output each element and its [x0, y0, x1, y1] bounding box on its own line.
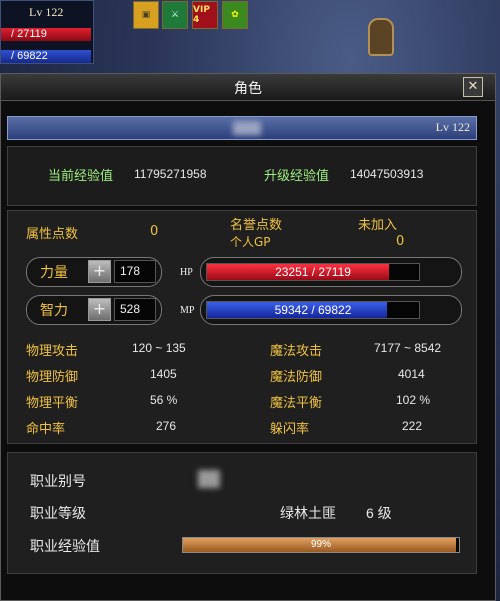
next-exp-label: 升级经验值: [264, 169, 330, 184]
player-status-hud: Lv 122 / 27119 / 69822: [0, 0, 94, 64]
hp-bar-text: 23251 / 27119: [275, 265, 351, 279]
sword-icon[interactable]: ⚔: [162, 1, 188, 29]
job-class-name: 绿林土匪: [280, 505, 336, 521]
magic-defense-value: 4014: [398, 367, 425, 381]
personal-gp-label: 个人GP: [230, 235, 271, 249]
job-panel: 职业别号 职业等级 绿林土匪 6 级 职业经验值 99%: [7, 452, 477, 574]
mp-bar-text: 59342 / 69822: [274, 303, 352, 317]
hud-level: Lv 122: [29, 5, 64, 19]
magic-defense-label: 魔法防御: [270, 370, 323, 385]
phys-attack-value: 120 ~ 135: [132, 341, 186, 355]
intellect-label: 智力: [40, 303, 68, 319]
hp-tag: HP: [180, 267, 193, 278]
job-id-label: 职业别号: [30, 473, 86, 489]
character-name-bar: Lv 122: [7, 116, 477, 140]
next-exp-value: 14047503913: [350, 167, 424, 181]
strength-label: 力量: [40, 265, 68, 281]
intellect-value: 528: [114, 298, 156, 321]
personal-gp-value: 0: [396, 234, 405, 249]
magic-attack-label: 魔法攻击: [270, 344, 323, 359]
current-exp-value: 11795271958: [134, 167, 207, 181]
intellect-plus-button[interactable]: +: [88, 298, 111, 321]
experience-panel: 当前经验值 11795271958 升级经验值 14047503913: [7, 146, 477, 206]
hit-rate-label: 命中率: [26, 422, 66, 437]
dodge-rate-label: 躲闪率: [270, 422, 310, 437]
blurred-job-id: [198, 470, 220, 488]
phys-defense-value: 1405: [150, 367, 177, 381]
window-title: 角色: [234, 81, 262, 97]
close-button[interactable]: ✕: [463, 77, 483, 97]
job-class-level: 6 级: [366, 505, 392, 521]
job-level-label: 职业等级: [30, 505, 86, 521]
job-exp-bar: 99%: [182, 537, 460, 553]
mp-bar: 59342 / 69822: [206, 301, 420, 319]
hp-bar: 23251 / 27119: [206, 263, 420, 281]
dodge-rate-value: 222: [402, 419, 423, 433]
job-exp-text: 99%: [310, 539, 331, 550]
mp-tag: MP: [180, 305, 195, 316]
stats-panel: 属性点数 0 名誉点数 未加入 个人GP 0 力量 + 178 HP 23251…: [7, 210, 477, 444]
attr-points-label: 属性点数: [26, 227, 79, 242]
character-level: Lv 122: [435, 120, 470, 134]
window-titlebar[interactable]: 角色 ✕: [1, 74, 495, 101]
attr-points-value: 0: [150, 224, 159, 239]
current-exp-label: 当前经验值: [48, 169, 114, 184]
honor-points-value: 未加入: [358, 218, 398, 233]
phys-balance-label: 物理平衡: [26, 396, 79, 411]
phys-balance-value: 56 %: [150, 393, 178, 407]
magic-attack-value: 7177 ~ 8542: [374, 341, 442, 355]
phys-attack-label: 物理攻击: [26, 344, 79, 359]
honor-points-label: 名誉点数: [230, 218, 283, 233]
hud-hp-bar: / 27119: [1, 28, 91, 41]
character-window: 角色 ✕ Lv 122 当前经验值 11795271958 升级经验值 1404…: [0, 73, 496, 601]
hit-rate-value: 276: [156, 419, 177, 433]
strength-value: 178: [114, 260, 156, 283]
strength-plus-button[interactable]: +: [88, 260, 111, 283]
magic-balance-label: 魔法平衡: [270, 396, 323, 411]
job-exp-label: 职业经验值: [30, 538, 100, 554]
phys-defense-label: 物理防御: [26, 370, 79, 385]
hud-mp-bar: / 69822: [1, 50, 91, 63]
vip-icon[interactable]: VIP 4: [192, 1, 218, 29]
lantern-decoration: [368, 18, 394, 56]
blurred-name: [233, 121, 261, 135]
herb-icon[interactable]: ✿: [222, 1, 248, 29]
treasure-chest-icon[interactable]: ▣: [133, 1, 159, 29]
magic-balance-value: 102 %: [396, 393, 431, 407]
